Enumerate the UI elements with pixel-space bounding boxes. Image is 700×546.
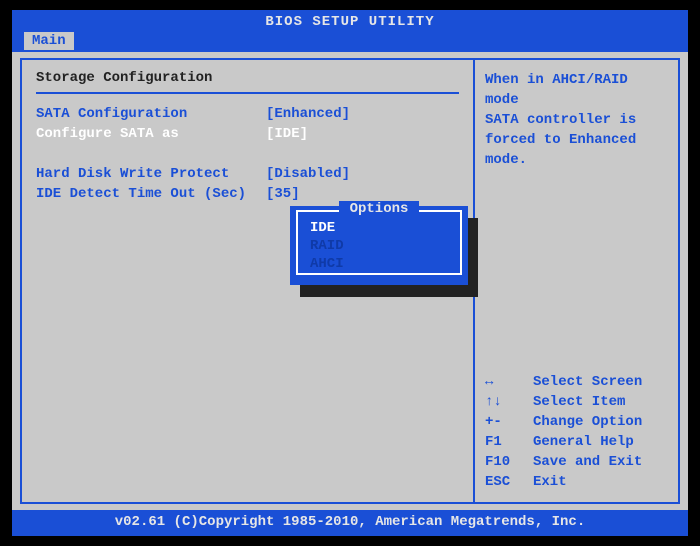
popup-option-ide[interactable]: IDE (298, 219, 460, 237)
key-symbol: F1 (485, 432, 533, 452)
popup-option-ahci[interactable]: AHCI (298, 255, 460, 273)
footer-bar: v02.61 (C)Copyright 1985-2010, American … (12, 510, 688, 536)
content-area: Storage Configuration SATA Configuration… (12, 52, 688, 510)
footer-text: v02.61 (C)Copyright 1985-2010, American … (115, 514, 585, 530)
key-row: ↑↓ Select Item (485, 392, 668, 412)
section-title: Storage Configuration (36, 70, 459, 86)
bios-screen: BIOS SETUP UTILITY Main Storage Configur… (12, 10, 688, 536)
setting-label: Configure SATA as (36, 124, 266, 144)
key-desc: General Help (533, 432, 668, 452)
setting-label: IDE Detect Time Out (Sec) (36, 184, 266, 204)
key-desc: Save and Exit (533, 452, 668, 472)
key-symbol: ↑↓ (485, 392, 533, 412)
content-border: Storage Configuration SATA Configuration… (20, 58, 680, 504)
help-line: forced to Enhanced (485, 130, 668, 150)
key-desc: Exit (533, 472, 668, 492)
key-symbol: +- (485, 412, 533, 432)
setting-label: Hard Disk Write Protect (36, 164, 266, 184)
key-symbol: ESC (485, 472, 533, 492)
setting-value: [Disabled] (266, 164, 459, 184)
setting-row-selected[interactable]: Configure SATA as [IDE] (36, 124, 459, 144)
help-pane: When in AHCI/RAID mode SATA controller i… (473, 60, 678, 502)
key-symbol: ↔ (485, 372, 533, 392)
tab-main[interactable]: Main (24, 32, 74, 50)
key-row: F1 General Help (485, 432, 668, 452)
settings-pane: Storage Configuration SATA Configuration… (22, 60, 473, 502)
setting-label: SATA Configuration (36, 104, 266, 124)
popup-title: Options (339, 201, 419, 217)
section-divider (36, 92, 459, 94)
title-bar: BIOS SETUP UTILITY (12, 10, 688, 32)
tab-bar: Main (12, 32, 688, 52)
popup-option-raid[interactable]: RAID (298, 237, 460, 255)
key-desc: Change Option (533, 412, 668, 432)
spacer-row (36, 144, 459, 164)
key-row: ESC Exit (485, 472, 668, 492)
options-popup: Options IDE RAID AHCI (290, 206, 468, 285)
key-desc: Select Screen (533, 372, 668, 392)
key-desc: Select Item (533, 392, 668, 412)
help-text: When in AHCI/RAID mode SATA controller i… (485, 70, 668, 170)
help-line: When in AHCI/RAID mode (485, 70, 668, 110)
key-symbol: F10 (485, 452, 533, 472)
key-legend: ↔ Select Screen ↑↓ Select Item +- Change… (485, 372, 668, 492)
key-row: +- Change Option (485, 412, 668, 432)
key-row: ↔ Select Screen (485, 372, 668, 392)
help-line: mode. (485, 150, 668, 170)
help-line: SATA controller is (485, 110, 668, 130)
setting-row[interactable]: SATA Configuration [Enhanced] (36, 104, 459, 124)
key-row: F10 Save and Exit (485, 452, 668, 472)
setting-row[interactable]: Hard Disk Write Protect [Disabled] (36, 164, 459, 184)
app-title: BIOS SETUP UTILITY (265, 14, 434, 30)
setting-value: [IDE] (266, 124, 459, 144)
popup-frame: Options IDE RAID AHCI (296, 210, 462, 275)
setting-value: [Enhanced] (266, 104, 459, 124)
